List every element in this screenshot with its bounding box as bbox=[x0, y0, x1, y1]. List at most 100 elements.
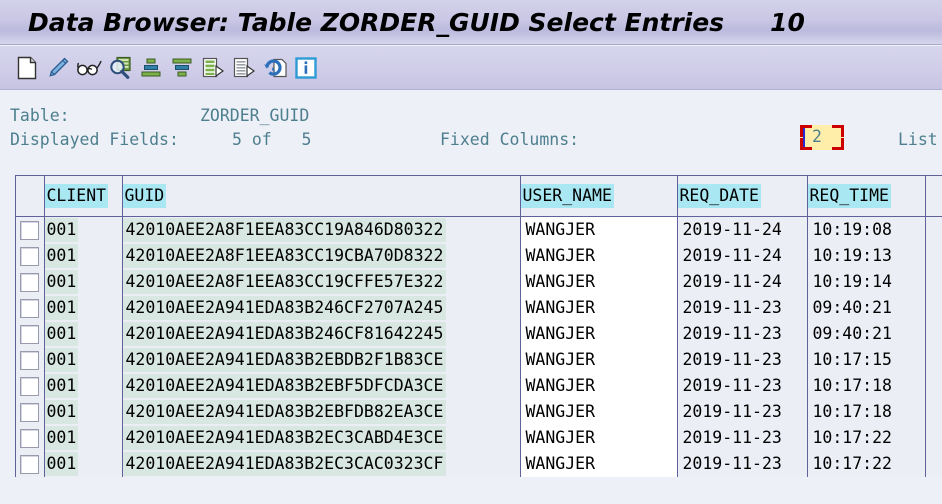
delete-filter-icon[interactable] bbox=[231, 55, 257, 81]
cell-client-value: 001 bbox=[44, 243, 79, 268]
cell-req-time[interactable]: 10:17:18 bbox=[807, 398, 926, 425]
cell-req-date[interactable]: 2019-11-24 bbox=[677, 216, 808, 243]
column-header-guid[interactable]: GUID bbox=[122, 176, 521, 217]
cell-req-date[interactable]: 2019-11-23 bbox=[677, 320, 808, 347]
cell-req-date[interactable]: 2019-11-23 bbox=[677, 372, 808, 399]
cell-req-date[interactable]: 2019-11-24 bbox=[677, 268, 808, 295]
cell-client[interactable]: 001 bbox=[44, 216, 123, 243]
cell-client[interactable]: 001 bbox=[44, 424, 123, 451]
magnifier-check-icon[interactable] bbox=[107, 55, 133, 81]
row-checkbox[interactable] bbox=[20, 246, 40, 266]
cell-client[interactable]: 001 bbox=[44, 294, 123, 321]
cell-guid[interactable]: 42010AEE2A941EDA83B2EBFDB82EA3CE bbox=[122, 398, 521, 425]
cell-user-name[interactable]: WANGJER bbox=[520, 450, 678, 477]
table-name-value: ZORDER_GUID bbox=[200, 106, 310, 125]
row-select-cell[interactable] bbox=[16, 268, 45, 295]
fixed-columns-input[interactable]: 2 bbox=[800, 125, 844, 150]
cell-guid[interactable]: 42010AEE2A8F1EEA83CC19CFFE57E322 bbox=[122, 268, 521, 295]
cell-req-time[interactable]: 10:17:22 bbox=[807, 424, 926, 451]
cell-req-time[interactable]: 10:19:13 bbox=[807, 242, 926, 269]
cell-req-time[interactable]: 10:17:22 bbox=[807, 450, 926, 477]
row-checkbox[interactable] bbox=[20, 324, 40, 344]
cell-client[interactable]: 001 bbox=[44, 346, 123, 373]
row-select-cell[interactable] bbox=[16, 424, 45, 451]
table-row[interactable]: 001 42010AEE2A941EDA83B246CF81642245 WANGJ… bbox=[16, 320, 942, 347]
table-row[interactable]: 001 42010AEE2A941EDA83B2EBF5DFCDA3CE WANGJ… bbox=[16, 372, 942, 399]
row-select-cell[interactable] bbox=[16, 242, 45, 269]
table-row[interactable]: 001 42010AEE2A941EDA83B246CF2707A245 WANGJ… bbox=[16, 294, 942, 321]
glasses-display-icon[interactable] bbox=[76, 55, 102, 81]
table-row[interactable]: 001 42010AEE2A941EDA83B2EBDB2F1B83CE WANGJ… bbox=[16, 346, 942, 373]
row-select-cell[interactable] bbox=[16, 294, 45, 321]
table-row[interactable]: 001 42010AEE2A941EDA83B2EBFDB82EA3CE WANGJ… bbox=[16, 398, 942, 425]
cell-req-time[interactable]: 10:19:08 bbox=[807, 216, 926, 243]
sort-ascending-icon[interactable] bbox=[138, 55, 164, 81]
cell-req-time[interactable]: 09:40:21 bbox=[807, 320, 926, 347]
table-row[interactable]: 001 42010AEE2A8F1EEA83CC19A846D80322 WANGJ… bbox=[16, 216, 942, 243]
cell-req-date[interactable]: 2019-11-23 bbox=[677, 294, 808, 321]
select-all-header[interactable] bbox=[16, 176, 45, 217]
cell-req-time[interactable]: 09:40:21 bbox=[807, 294, 926, 321]
cell-client[interactable]: 001 bbox=[44, 242, 123, 269]
cell-user-name[interactable]: WANGJER bbox=[520, 242, 678, 269]
cell-user-name[interactable]: WANGJER bbox=[520, 346, 678, 373]
cell-req-time[interactable]: 10:17:18 bbox=[807, 372, 926, 399]
row-checkbox[interactable] bbox=[20, 350, 40, 370]
sort-descending-icon[interactable] bbox=[169, 55, 195, 81]
cell-guid[interactable]: 42010AEE2A941EDA83B246CF81642245 bbox=[122, 320, 521, 347]
cell-client[interactable]: 001 bbox=[44, 268, 123, 295]
cell-guid[interactable]: 42010AEE2A941EDA83B2EBF5DFCDA3CE bbox=[122, 372, 521, 399]
cell-client[interactable]: 001 bbox=[44, 450, 123, 477]
row-select-cell[interactable] bbox=[16, 398, 45, 425]
table-row[interactable]: 001 42010AEE2A941EDA83B2EC3CAC0323CF WANGJ… bbox=[16, 450, 942, 477]
row-checkbox[interactable] bbox=[20, 428, 40, 448]
cell-req-date[interactable]: 2019-11-23 bbox=[677, 398, 808, 425]
cell-client[interactable]: 001 bbox=[44, 398, 123, 425]
table-row[interactable]: 001 42010AEE2A941EDA83B2EC3CABD4E3CE WANGJ… bbox=[16, 424, 942, 451]
info-icon[interactable] bbox=[293, 55, 319, 81]
cell-user-name[interactable]: WANGJER bbox=[520, 268, 678, 295]
cell-client[interactable]: 001 bbox=[44, 372, 123, 399]
cell-req-date[interactable]: 2019-11-23 bbox=[677, 450, 808, 477]
cell-user-name[interactable]: WANGJER bbox=[520, 372, 678, 399]
cell-req-time[interactable]: 10:19:14 bbox=[807, 268, 926, 295]
refresh-icon[interactable] bbox=[262, 55, 288, 81]
cell-user-name[interactable]: WANGJER bbox=[520, 216, 678, 243]
cell-user-name[interactable]: WANGJER bbox=[520, 294, 678, 321]
row-checkbox[interactable] bbox=[20, 298, 40, 318]
cell-guid[interactable]: 42010AEE2A941EDA83B246CF2707A245 bbox=[122, 294, 521, 321]
cell-client[interactable]: 001 bbox=[44, 320, 123, 347]
row-select-cell[interactable] bbox=[16, 346, 45, 373]
row-select-cell[interactable] bbox=[16, 372, 45, 399]
row-select-cell[interactable] bbox=[16, 320, 45, 347]
row-filler-cell bbox=[925, 450, 942, 477]
cell-req-date[interactable]: 2019-11-23 bbox=[677, 424, 808, 451]
cell-req-time[interactable]: 10:17:15 bbox=[807, 346, 926, 373]
column-header-client[interactable]: CLIENT bbox=[44, 176, 123, 217]
row-select-cell[interactable] bbox=[16, 450, 45, 477]
cell-user-name[interactable]: WANGJER bbox=[520, 424, 678, 451]
row-checkbox[interactable] bbox=[20, 454, 40, 474]
row-checkbox[interactable] bbox=[20, 402, 40, 422]
table-row[interactable]: 001 42010AEE2A8F1EEA83CC19CBA70D8322 WANGJ… bbox=[16, 242, 942, 269]
cell-guid[interactable]: 42010AEE2A941EDA83B2EC3CAC0323CF bbox=[122, 450, 521, 477]
row-checkbox[interactable] bbox=[20, 272, 40, 292]
cell-guid[interactable]: 42010AEE2A941EDA83B2EC3CABD4E3CE bbox=[122, 424, 521, 451]
row-checkbox[interactable] bbox=[20, 376, 40, 396]
table-row[interactable]: 001 42010AEE2A8F1EEA83CC19CFFE57E322 WANGJ… bbox=[16, 268, 942, 295]
column-header-req-time[interactable]: REQ_TIME bbox=[807, 176, 926, 217]
row-select-cell[interactable] bbox=[16, 216, 45, 243]
row-checkbox[interactable] bbox=[20, 220, 40, 240]
column-header-user-name[interactable]: USER_NAME bbox=[520, 176, 678, 217]
cell-guid[interactable]: 42010AEE2A8F1EEA83CC19A846D80322 bbox=[122, 216, 521, 243]
cell-req-date[interactable]: 2019-11-24 bbox=[677, 242, 808, 269]
set-filter-icon[interactable] bbox=[200, 55, 226, 81]
cell-req-date[interactable]: 2019-11-23 bbox=[677, 346, 808, 373]
pencil-edit-icon[interactable] bbox=[45, 55, 71, 81]
column-header-req-date[interactable]: REQ_DATE bbox=[677, 176, 808, 217]
cell-user-name[interactable]: WANGJER bbox=[520, 320, 678, 347]
cell-guid[interactable]: 42010AEE2A8F1EEA83CC19CBA70D8322 bbox=[122, 242, 521, 269]
cell-guid[interactable]: 42010AEE2A941EDA83B2EBDB2F1B83CE bbox=[122, 346, 521, 373]
cell-user-name[interactable]: WANGJER bbox=[520, 398, 678, 425]
new-document-icon[interactable] bbox=[14, 55, 40, 81]
